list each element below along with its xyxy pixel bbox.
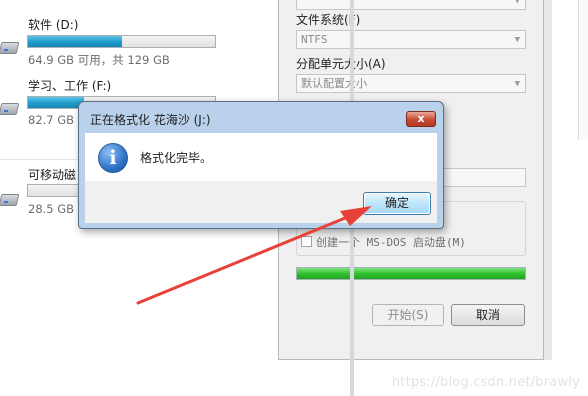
- format-progress-bar: [296, 267, 526, 280]
- hard-drive-icon: [0, 36, 20, 58]
- close-icon: x: [417, 112, 425, 125]
- dialog-title: 正在格式化 花海沙 (J:): [90, 113, 211, 127]
- dialog-footer: 确定: [85, 181, 437, 223]
- drive-name: 可移动磁: [28, 168, 77, 182]
- dialog-message: 格式化完毕。: [140, 151, 213, 165]
- close-button[interactable]: x: [406, 111, 436, 127]
- allocation-value: 默认配置大小: [301, 77, 367, 90]
- drive-name: 软件 (D:): [28, 18, 79, 32]
- chevron-down-icon: ▼: [514, 35, 520, 45]
- checkbox-label: 创建一个 MS-DOS 启动盘(M): [316, 236, 466, 249]
- cancel-button[interactable]: 取消: [451, 304, 525, 326]
- scrollbar-track[interactable]: [578, 0, 588, 140]
- create-boot-disk-checkbox[interactable]: 创建一个 MS-DOS 启动盘(M): [301, 234, 466, 250]
- start-button[interactable]: 开始(S): [372, 304, 444, 326]
- allocation-label: 分配单元大小(A): [296, 57, 386, 71]
- filesystem-value: NTFS: [301, 33, 328, 46]
- chevron-down-icon: ▼: [514, 79, 520, 89]
- checkbox-box[interactable]: [301, 236, 312, 247]
- filesystem-select[interactable]: NTFS ▼: [296, 30, 526, 49]
- drive-size-text: 82.7 GB: [28, 113, 75, 127]
- watermark: https://blog.csdn.net/brawly: [391, 375, 580, 390]
- format-complete-dialog: 正在格式化 花海沙 (J:) x i 格式化完毕。 确定: [78, 101, 444, 229]
- ok-button[interactable]: 确定: [363, 192, 431, 215]
- hard-drive-icon: [0, 97, 20, 119]
- capacity-select[interactable]: ▼: [296, 0, 526, 10]
- dialog-content: i 格式化完毕。: [85, 133, 437, 181]
- drive-usage-bar: [27, 35, 216, 48]
- window-edge: [544, 0, 552, 360]
- drive-name: 学习、工作 (F:): [28, 79, 112, 93]
- drive-size-text: 28.5 GB: [28, 202, 75, 216]
- drive-size-text: 64.9 GB 可用，共 129 GB: [28, 53, 170, 67]
- allocation-select[interactable]: 默认配置大小 ▼: [296, 74, 526, 93]
- info-icon: i: [98, 143, 128, 173]
- removable-drive-icon: [0, 188, 20, 210]
